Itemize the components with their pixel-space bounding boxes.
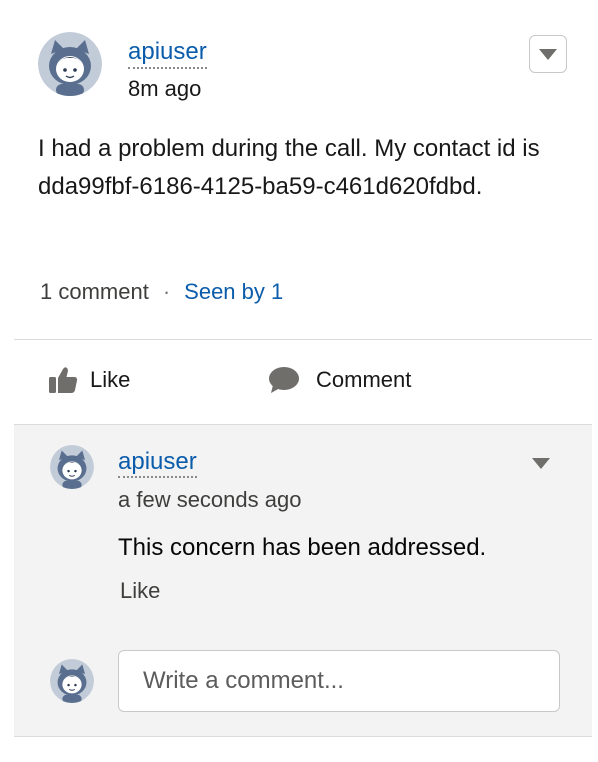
comment-like-button[interactable]: Like bbox=[120, 577, 160, 605]
astro-avatar-icon bbox=[50, 445, 94, 489]
post-actions-menu-button[interactable] bbox=[529, 35, 567, 73]
post-author-avatar[interactable] bbox=[38, 32, 102, 96]
post-meta: 1 comment · Seen by 1 bbox=[40, 278, 283, 306]
comment-count[interactable]: 1 comment bbox=[40, 278, 149, 306]
post-timestamp[interactable]: 8m ago bbox=[128, 76, 201, 102]
thumbs-up-icon bbox=[48, 366, 78, 394]
comment-text: This concern has been addressed. bbox=[118, 534, 487, 561]
bottom-divider bbox=[14, 736, 592, 737]
astro-avatar-icon bbox=[38, 32, 102, 96]
like-button[interactable]: Like bbox=[48, 366, 130, 394]
chevron-down-icon bbox=[539, 48, 557, 60]
comment-author-link[interactable]: apiuser bbox=[118, 448, 197, 478]
astro-avatar-icon bbox=[50, 659, 94, 703]
comment-author-avatar[interactable] bbox=[50, 445, 94, 489]
comment-button[interactable]: Comment bbox=[268, 366, 411, 394]
post-author-link[interactable]: apiuser bbox=[128, 38, 207, 69]
comment-actions-menu[interactable] bbox=[532, 458, 550, 469]
meta-separator: · bbox=[162, 279, 171, 304]
comment-input[interactable] bbox=[118, 650, 560, 712]
comment-timestamp: a few seconds ago bbox=[118, 487, 302, 512]
speech-bubble-icon bbox=[268, 366, 300, 394]
composer-avatar bbox=[50, 659, 94, 703]
like-label: Like bbox=[90, 367, 131, 392]
chevron-down-icon bbox=[532, 458, 550, 469]
comment-label: Comment bbox=[316, 367, 412, 392]
post-actions-bar: Like Comment bbox=[0, 340, 598, 424]
seen-by-link[interactable]: Seen by 1 bbox=[184, 278, 283, 306]
comments-section: apiuser a few seconds ago This concern h… bbox=[14, 424, 592, 736]
post-body-text: I had a problem during the call. My cont… bbox=[38, 135, 540, 200]
